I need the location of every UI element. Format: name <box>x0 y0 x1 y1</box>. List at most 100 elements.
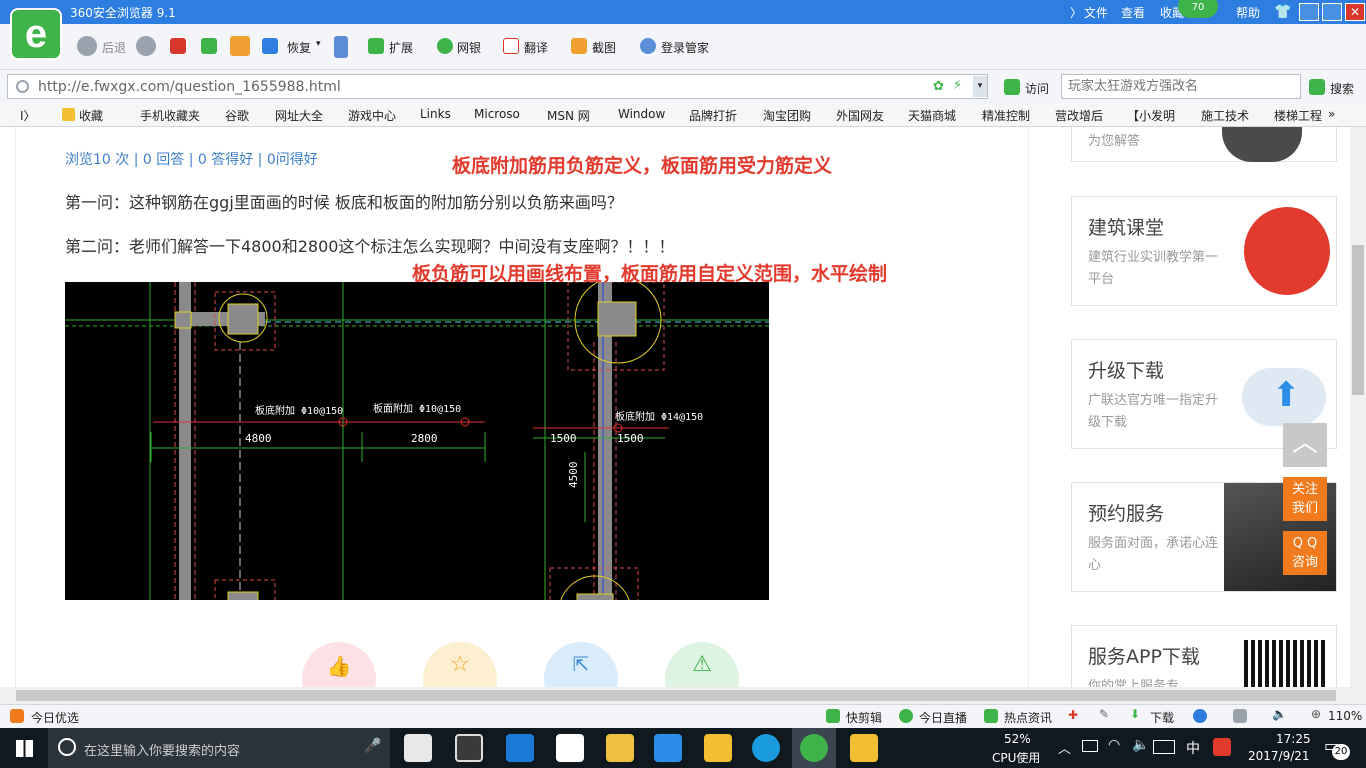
butler-button[interactable]: 登录管家 <box>661 39 709 56</box>
clock-date[interactable]: 2017/9/21 <box>1248 749 1310 763</box>
fav-item[interactable]: 收藏 <box>79 107 103 124</box>
close-button[interactable]: ✕ <box>1345 3 1365 21</box>
store-icon[interactable] <box>556 734 584 762</box>
status-item[interactable]: 今日直播 <box>919 709 967 726</box>
status-item[interactable]: 下载 <box>1150 709 1174 726</box>
address-bar[interactable]: http://e.fwxgx.com/question_1655988.html… <box>7 74 988 99</box>
service-card-top[interactable]: 为您解答 <box>1071 127 1337 162</box>
service-card[interactable]: 服务APP下载 你的掌上服务专 <box>1071 625 1337 687</box>
fav-item[interactable]: 【小发明 <box>1127 107 1175 124</box>
url-text[interactable]: http://e.fwxgx.com/question_1655988.html <box>38 79 341 95</box>
fav-item[interactable]: 品牌打折 <box>689 107 737 124</box>
fav-item[interactable]: Links <box>420 107 451 121</box>
forward-icon[interactable] <box>136 36 156 56</box>
screenshot-icon[interactable] <box>571 38 587 54</box>
undo-icon[interactable] <box>262 38 278 54</box>
vertical-scrollbar[interactable] <box>1350 127 1366 687</box>
visit-icon[interactable] <box>1004 79 1020 95</box>
battery-icon[interactable] <box>1082 740 1098 752</box>
skin-icon[interactable]: 👕 <box>1274 4 1291 20</box>
horizontal-scrollbar[interactable] <box>0 687 1366 704</box>
back-to-top-button[interactable]: ︿ <box>1283 423 1327 467</box>
menu-file[interactable]: 文件 <box>1084 4 1108 21</box>
butler-icon[interactable] <box>640 38 656 54</box>
ime-indicator[interactable]: 中 <box>1186 738 1200 758</box>
maximize-button[interactable] <box>1322 3 1342 21</box>
sidebar-toggle-icon[interactable]: I〉 <box>20 107 36 124</box>
sogou-ime-icon[interactable] <box>1213 738 1231 756</box>
search-icon[interactable] <box>1309 79 1325 95</box>
visit-button[interactable]: 访问 <box>1025 80 1049 97</box>
tray-expand-icon[interactable]: ︿ <box>1058 738 1071 757</box>
minimize-button[interactable] <box>1299 3 1319 21</box>
ie-icon[interactable] <box>1193 709 1207 723</box>
bank-icon[interactable] <box>437 38 453 54</box>
zoom-icon[interactable]: ⊕ <box>1311 707 1321 721</box>
daily-picks[interactable]: 今日优选 <box>31 709 79 726</box>
medical-icon[interactable]: ✚ <box>1068 708 1078 722</box>
edge-spiral-icon[interactable] <box>455 734 483 762</box>
browser-360-icon[interactable] <box>800 734 828 762</box>
back-label[interactable]: 后退 <box>102 39 126 56</box>
volume-icon[interactable]: 🔈 <box>1132 737 1149 753</box>
qq-consult-button[interactable]: Q Q 咨询 <box>1283 531 1327 575</box>
fav-item[interactable]: 网址大全 <box>275 107 323 124</box>
mic-icon[interactable]: 🎤 <box>364 738 381 754</box>
file-explorer-icon[interactable] <box>606 734 634 762</box>
sound-icon[interactable]: 🔈 <box>1272 707 1287 721</box>
restore-dropdown-icon[interactable]: ▾ <box>316 39 321 49</box>
mobile-icon[interactable] <box>334 36 348 58</box>
help-app-icon[interactable] <box>850 734 878 762</box>
fav-item[interactable]: 营改增后 <box>1055 107 1103 124</box>
back-icon[interactable] <box>77 36 97 56</box>
level-badge[interactable]: 70 <box>1178 0 1218 18</box>
search-button[interactable]: 搜索 <box>1330 80 1354 97</box>
fav-item[interactable]: 外国网友 <box>836 107 884 124</box>
windows-start-icon[interactable] <box>16 740 33 757</box>
menu-view[interactable]: 查看 <box>1121 4 1145 21</box>
scrollbar-thumb[interactable] <box>1352 245 1364 395</box>
wifi-icon[interactable]: ◠ <box>1108 737 1120 753</box>
fav-item[interactable]: MSN 网 <box>547 107 590 124</box>
taskbar-search[interactable]: 在这里输入你要搜索的内容 🎤 <box>48 728 390 768</box>
zoom-level[interactable]: 110% <box>1328 709 1362 723</box>
pin-icon[interactable]: ✎ <box>1099 707 1109 721</box>
url-dropdown-icon[interactable]: ▾ <box>973 76 987 97</box>
extension-icon[interactable] <box>368 38 384 54</box>
clock-time[interactable]: 17:25 <box>1276 732 1311 746</box>
taskview-icon[interactable] <box>404 734 432 762</box>
stop-icon[interactable] <box>170 38 186 54</box>
extensions-button[interactable]: 扩展 <box>389 39 413 56</box>
bank-button[interactable]: 网银 <box>457 39 481 56</box>
fav-item[interactable]: 施工技术 <box>1201 107 1249 124</box>
question-stats[interactable]: 浏览10 次 | 0 回答 | 0 答得好 | 0问得好 <box>65 149 318 169</box>
fav-item[interactable]: 天猫商城 <box>908 107 956 124</box>
fav-item[interactable]: 谷歌 <box>225 107 249 124</box>
fav-item[interactable]: Window <box>618 107 665 121</box>
status-item[interactable]: 热点资讯 <box>1004 709 1052 726</box>
menu-help[interactable]: 帮助 <box>1236 4 1260 21</box>
edge-browser-icon[interactable] <box>506 734 534 762</box>
speed-icon[interactable]: ⚡ <box>953 78 962 93</box>
fav-item[interactable]: Microso <box>474 107 520 121</box>
download-icon[interactable]: ⬇ <box>1130 707 1140 721</box>
keyboard-icon[interactable] <box>1153 740 1175 754</box>
fav-item[interactable]: 精准控制 <box>982 107 1030 124</box>
search-input[interactable] <box>1061 74 1301 99</box>
glodon-app-icon[interactable] <box>752 734 780 762</box>
fav-overflow-icon[interactable]: » <box>1328 107 1335 121</box>
fav-item[interactable]: 手机收藏夹 <box>140 107 200 124</box>
status-item[interactable]: 快剪辑 <box>846 709 882 726</box>
home-icon[interactable] <box>230 36 250 56</box>
refresh-icon[interactable] <box>201 38 217 54</box>
follow-us-button[interactable]: 关注我们 <box>1283 477 1327 521</box>
screenshot-button[interactable]: 截图 <box>592 39 616 56</box>
notes-icon[interactable] <box>704 734 732 762</box>
fav-item[interactable]: 游戏中心 <box>348 107 396 124</box>
translate-button[interactable]: 翻译 <box>524 39 548 56</box>
app-plus-icon[interactable] <box>654 734 682 762</box>
hscrollbar-thumb[interactable] <box>16 690 1336 701</box>
translate-icon[interactable] <box>503 38 519 54</box>
fav-item[interactable]: 楼梯工程 <box>1274 107 1322 124</box>
security-icon[interactable]: ✿ <box>933 79 944 94</box>
